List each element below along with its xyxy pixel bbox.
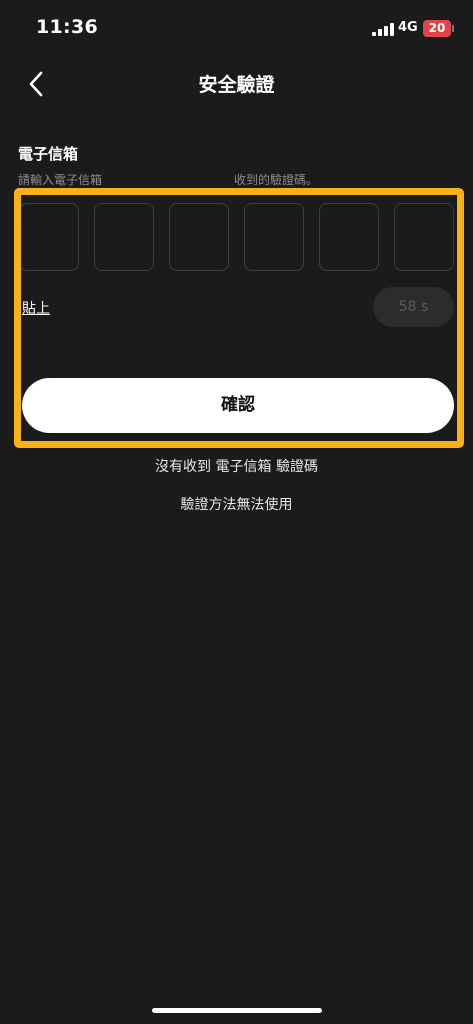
network-type: 4G bbox=[398, 20, 418, 35]
status-time: 11:36 bbox=[36, 16, 98, 38]
code-digit-6[interactable] bbox=[394, 203, 454, 271]
code-digit-2[interactable] bbox=[94, 203, 154, 271]
confirm-button[interactable]: 確認 bbox=[22, 378, 454, 433]
hint-text-left: 請輸入電子信箱 bbox=[18, 173, 103, 187]
resend-countdown-button[interactable]: 58 s bbox=[373, 287, 454, 327]
security-verification-page: 11:36 4G 20 安全驗證 電子信箱 請輸入電子信箱 收到的驗證碼。 貼上… bbox=[0, 0, 473, 1024]
paste-link[interactable]: 貼上 bbox=[22, 298, 50, 318]
signal-icon bbox=[372, 23, 394, 36]
hint-text-right: 收到的驗證碼。 bbox=[234, 173, 319, 187]
status-bar: 11:36 4G 20 bbox=[0, 0, 473, 58]
code-digit-4[interactable] bbox=[244, 203, 304, 271]
code-digit-1[interactable] bbox=[19, 203, 79, 271]
code-digit-5[interactable] bbox=[319, 203, 379, 271]
battery-icon: 20 bbox=[423, 20, 451, 37]
method-unavailable-link[interactable]: 驗證方法無法使用 bbox=[0, 494, 473, 514]
home-indicator[interactable] bbox=[152, 1008, 322, 1013]
page-title: 安全驗證 bbox=[198, 74, 275, 96]
email-section-title: 電子信箱 bbox=[18, 145, 79, 163]
no-code-received-link[interactable]: 沒有收到 電子信箱 驗證碼 bbox=[0, 456, 473, 476]
battery-tip bbox=[452, 25, 454, 32]
code-digit-3[interactable] bbox=[169, 203, 229, 271]
